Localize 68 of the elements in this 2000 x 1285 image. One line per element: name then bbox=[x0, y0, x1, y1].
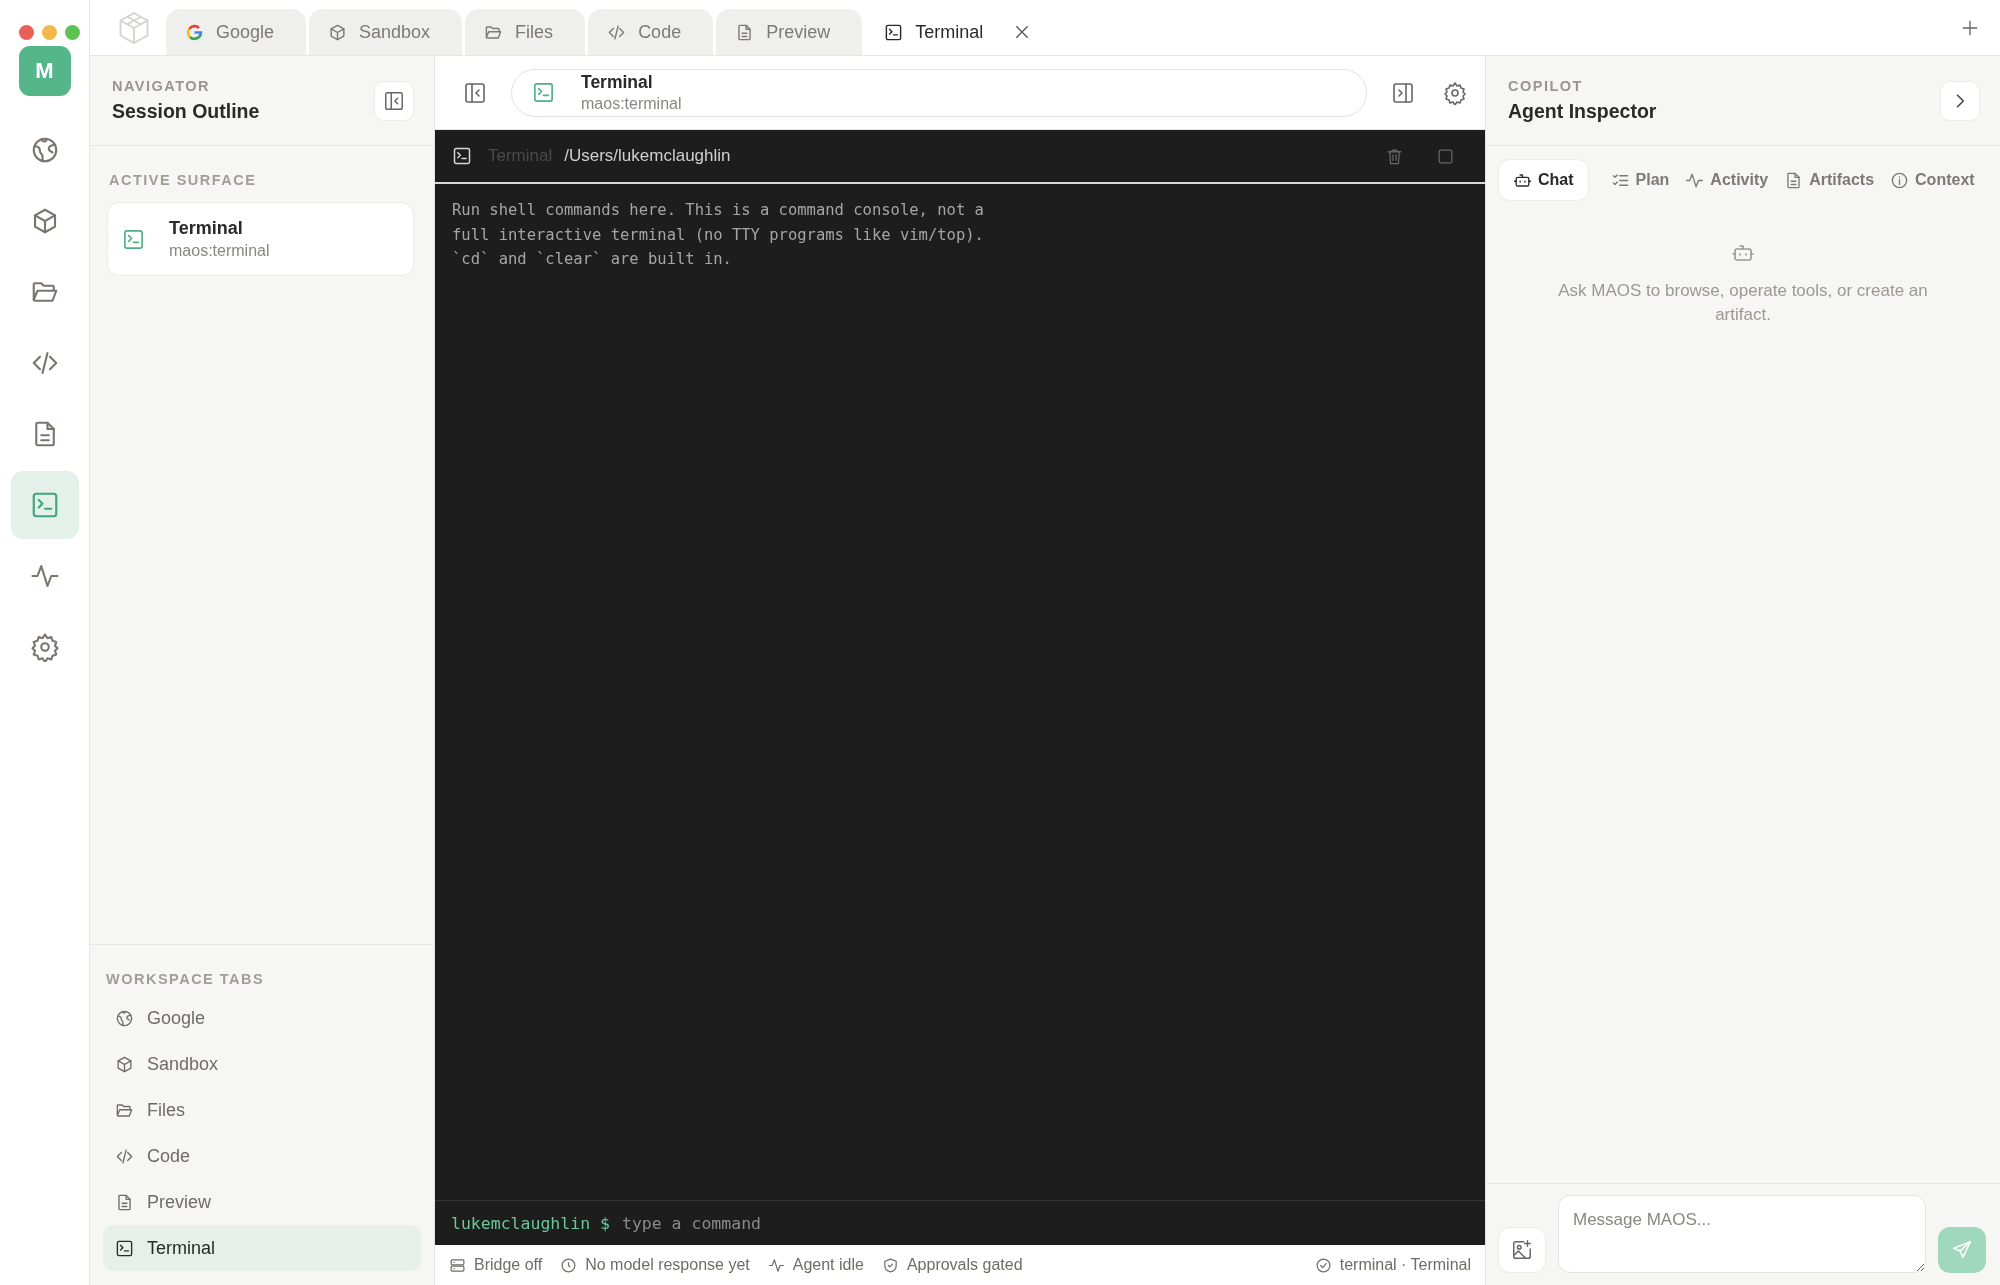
browser-tab[interactable]: Google bbox=[166, 9, 307, 55]
terminal-output-line: Run shell commands here. This is a command console, not a bbox=[452, 200, 985, 221]
workspace-tab-item[interactable]: Preview bbox=[103, 1179, 421, 1225]
panel-left-icon bbox=[463, 80, 487, 105]
image-icon bbox=[1511, 1239, 1533, 1261]
terminal-output-line: `cd` and `clear` are built in. bbox=[452, 249, 733, 270]
collapse-button[interactable] bbox=[374, 80, 414, 121]
workspace-tab-item[interactable]: Code bbox=[103, 1133, 421, 1179]
copilot-tab[interactable]: Activity bbox=[1677, 159, 1777, 201]
copilot-tab[interactable]: Context bbox=[1882, 159, 1983, 201]
terminal-icon bbox=[884, 22, 904, 42]
command-input[interactable]: type a command bbox=[621, 1213, 1469, 1233]
browser-tab[interactable]: Code bbox=[588, 9, 714, 55]
browser-tab[interactable]: Preview bbox=[716, 9, 863, 55]
section-heading: ACTIVE SURFACE bbox=[109, 172, 258, 188]
status-text: Approvals gated bbox=[906, 1256, 1023, 1274]
logo-icon bbox=[185, 22, 204, 42]
browser-tab[interactable]: Files bbox=[465, 9, 586, 55]
clock-icon bbox=[560, 1256, 578, 1274]
close-window-icon[interactable] bbox=[19, 25, 34, 40]
copilot-tab[interactable]: Artifacts bbox=[1776, 159, 1883, 201]
send-icon bbox=[1951, 1239, 1973, 1261]
server-icon bbox=[449, 1256, 466, 1274]
shield-icon bbox=[881, 1256, 899, 1274]
workspace-tab-item[interactable]: Files bbox=[103, 1087, 421, 1133]
terminal-icon bbox=[452, 146, 472, 166]
sidebar-button[interactable] bbox=[10, 471, 79, 539]
copilot-tab[interactable]: Plan bbox=[1602, 159, 1678, 201]
surface-subtitle: maos:terminal bbox=[169, 242, 270, 260]
panel-title: Session Outline bbox=[112, 100, 260, 123]
terminal-icon bbox=[532, 81, 555, 104]
pulse-icon bbox=[767, 1256, 785, 1274]
workspace-tab-item[interactable]: Terminal bbox=[103, 1225, 421, 1271]
surface-card[interactable]: Terminal maos:terminal bbox=[107, 202, 414, 276]
globe-icon bbox=[115, 1008, 134, 1028]
cube-icon bbox=[115, 1054, 134, 1074]
address-title: Terminal bbox=[581, 72, 654, 93]
terminal-output-line: full interactive terminal (no TTY programs like vim/top). bbox=[452, 224, 985, 246]
document-icon bbox=[115, 1192, 134, 1212]
panel-title: Agent Inspector bbox=[1508, 100, 1657, 123]
avatar[interactable]: M bbox=[18, 46, 71, 96]
settings-icon bbox=[29, 632, 60, 662]
check-circle-icon bbox=[1314, 1256, 1332, 1274]
attach-image-button[interactable] bbox=[1498, 1227, 1546, 1273]
panel-left-icon bbox=[383, 89, 405, 112]
info-icon bbox=[1890, 170, 1910, 190]
status-text: Bridge off bbox=[474, 1256, 543, 1274]
panel-label: COPILOT bbox=[1508, 78, 1584, 94]
address-subtitle: maos:terminal bbox=[581, 95, 682, 113]
surface-title: Terminal bbox=[169, 218, 244, 239]
panel-right-icon bbox=[1391, 80, 1415, 105]
cube-icon bbox=[328, 22, 348, 42]
copilot-tab[interactable]: Chat bbox=[1498, 159, 1589, 201]
status-text: terminal · Terminal bbox=[1339, 1256, 1471, 1274]
panel-label: NAVIGATOR bbox=[112, 78, 212, 94]
terminal-prompt: lukemclaughlin $ bbox=[451, 1213, 610, 1233]
terminal-icon bbox=[115, 1238, 134, 1258]
terminal-path: /Users/lukemclaughlin bbox=[564, 146, 731, 166]
settings-icon bbox=[1443, 80, 1467, 105]
message-input[interactable]: Message MAOS... bbox=[1558, 1195, 1926, 1273]
workspace-tab-item[interactable]: Google bbox=[103, 995, 421, 1041]
workspace-tab-item[interactable]: Sandbox bbox=[103, 1041, 421, 1087]
terminal-icon bbox=[122, 227, 145, 251]
status-text: Agent idle bbox=[792, 1256, 864, 1274]
browser-tab[interactable]: Sandbox bbox=[309, 9, 463, 55]
status-text: No model response yet bbox=[585, 1256, 750, 1274]
section-heading: WORKSPACE TABS bbox=[106, 971, 266, 987]
empty-state-message: Ask MAOS to browse, operate tools, or create an artifact. bbox=[1557, 280, 1929, 326]
